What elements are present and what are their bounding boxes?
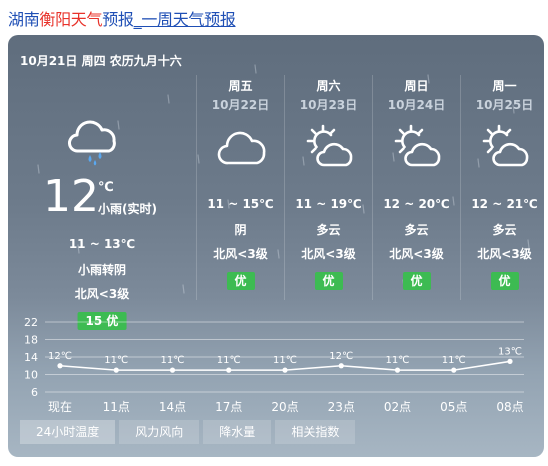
current-condition: 小雨(实时) xyxy=(98,202,157,216)
today-wind: 北风<3级 xyxy=(74,287,130,301)
day-wind: 北风<3级 xyxy=(389,247,444,261)
temperature-data-label: 11℃ xyxy=(161,355,185,366)
x-tick-label: 02点 xyxy=(384,400,411,414)
temperature-point xyxy=(282,367,288,373)
aqi-badge: 优 xyxy=(226,272,255,290)
forecast-day: 周六 10月23日 11 ~ 19℃ 多云 北风<3级 优 xyxy=(284,75,372,300)
temperature-data-label: 11℃ xyxy=(104,355,128,366)
temperature-point xyxy=(394,367,401,373)
hourly-temperature-svg: 22 18 14 10 6 12℃ 11℃ 11℃ 11℃ 11℃ 12℃ 11℃ 11℃ 13℃ 现在 11… xyxy=(24,316,524,414)
day-date: 10月22日 xyxy=(211,98,270,112)
tab-24h-temperature[interactable]: 24小时温度 xyxy=(20,420,116,444)
title-region: 湖南 xyxy=(8,10,40,29)
x-tick-label: 11点 xyxy=(103,400,130,414)
temperature-data-label: 11℃ xyxy=(217,355,241,366)
temperature-point xyxy=(338,363,344,369)
temperature-point xyxy=(57,363,63,369)
y-tick-label: 6 xyxy=(31,386,38,399)
temperature-point xyxy=(451,367,457,373)
day-wind: 北风<3级 xyxy=(301,247,356,261)
day-wind: 北风<3级 xyxy=(213,247,268,261)
day-temp-range: 12 ~ 20℃ xyxy=(383,197,450,211)
aqi-badge: 优 xyxy=(402,272,431,290)
temperature-data-label: 11℃ xyxy=(386,355,410,366)
temperature-point xyxy=(113,367,119,373)
cloudy-icon xyxy=(217,131,266,165)
temperature-data-label: 12℃ xyxy=(48,351,72,362)
title-suffix: 预报 xyxy=(102,10,134,29)
temperature-data-label: 12℃ xyxy=(329,351,353,362)
temperature-data-label: 11℃ xyxy=(442,355,466,366)
day-name: 周一 xyxy=(492,79,517,93)
temperature-point xyxy=(507,358,513,364)
page-title: 湖南衡阳天气预报_一周天气预报 xyxy=(8,6,236,30)
temperature-point xyxy=(169,367,176,373)
x-tick-label: 14点 xyxy=(159,400,186,414)
title-city: 衡阳天气 xyxy=(39,10,103,29)
y-tick-label: 22 xyxy=(24,316,38,329)
tab-indices[interactable]: 相关指数 xyxy=(275,420,356,444)
x-tick-label: 17点 xyxy=(215,400,242,414)
temperature-unit: ℃ xyxy=(98,180,114,195)
y-tick-label: 10 xyxy=(24,369,38,382)
forecast-day: 周一 10月25日 12 ~ 21℃ 多云 北风<3级 优 xyxy=(460,75,544,300)
day-date: 10月25日 xyxy=(475,98,534,112)
partly-sunny-icon xyxy=(306,124,353,167)
x-tick-label: 现在 xyxy=(48,400,72,414)
temperature-data-label: 11℃ xyxy=(273,355,297,366)
day-temp-range: 12 ~ 21℃ xyxy=(471,197,538,211)
day-temp-range: 11 ~ 19℃ xyxy=(295,197,362,211)
day-name: 周六 xyxy=(316,79,341,93)
day-wind: 北风<3级 xyxy=(477,247,532,261)
day-date: 10月24日 xyxy=(387,98,446,112)
day-date: 10月23日 xyxy=(299,98,358,112)
chart-tabs: 24小时温度 风力风向 降水量 相关指数 xyxy=(20,420,359,444)
today-date: 10月21日 周四 农历九月十六 xyxy=(20,54,182,68)
tab-wind[interactable]: 风力风向 xyxy=(119,420,200,444)
day-name: 周五 xyxy=(228,79,253,93)
x-tick-label: 08点 xyxy=(496,400,523,414)
y-tick-label: 14 xyxy=(24,351,38,364)
temperature-point xyxy=(226,367,232,373)
day-weather: 多云 xyxy=(404,223,429,237)
today-temp-range: 11 ~ 13℃ xyxy=(68,237,136,251)
temperature-data-label: 13℃ xyxy=(498,346,522,357)
weather-card: 10月21日 周四 农历九月十六 12 ℃ 小雨(实时) 11 ~ 13℃ 小雨… xyxy=(8,35,544,457)
tab-precipitation[interactable]: 降水量 xyxy=(203,420,272,444)
x-tick-label: 20点 xyxy=(271,400,298,414)
x-tick-label: 23点 xyxy=(328,400,355,414)
y-tick-label: 18 xyxy=(24,334,38,347)
weekly-forecast-link[interactable]: _一周天气预报 xyxy=(134,10,236,29)
forecast-day: 周日 10月24日 12 ~ 20℃ 多云 北风<3级 优 xyxy=(372,75,460,300)
rain-cloud-icon xyxy=(68,120,116,166)
today-panel: 12 ℃ 小雨(实时) 11 ~ 13℃ 小雨转阴 北风<3级 15 优 xyxy=(8,75,196,330)
day-weather: 阴 xyxy=(234,223,247,237)
aqi-badge: 优 xyxy=(490,272,519,290)
day-weather: 多云 xyxy=(492,223,517,237)
forecast-day: 周五 10月22日 11 ~ 15℃ 阴 北风<3级 优 xyxy=(196,75,284,300)
partly-sunny-icon xyxy=(482,124,529,167)
day-name: 周日 xyxy=(404,79,429,93)
partly-sunny-icon xyxy=(394,124,441,167)
day-temp-range: 11 ~ 15℃ xyxy=(207,197,274,211)
today-weather: 小雨转阴 xyxy=(77,263,126,277)
x-tick-label: 05点 xyxy=(440,400,467,414)
aqi-badge: 优 xyxy=(314,272,343,290)
current-temperature: 12 xyxy=(43,171,99,222)
day-weather: 多云 xyxy=(316,223,341,237)
